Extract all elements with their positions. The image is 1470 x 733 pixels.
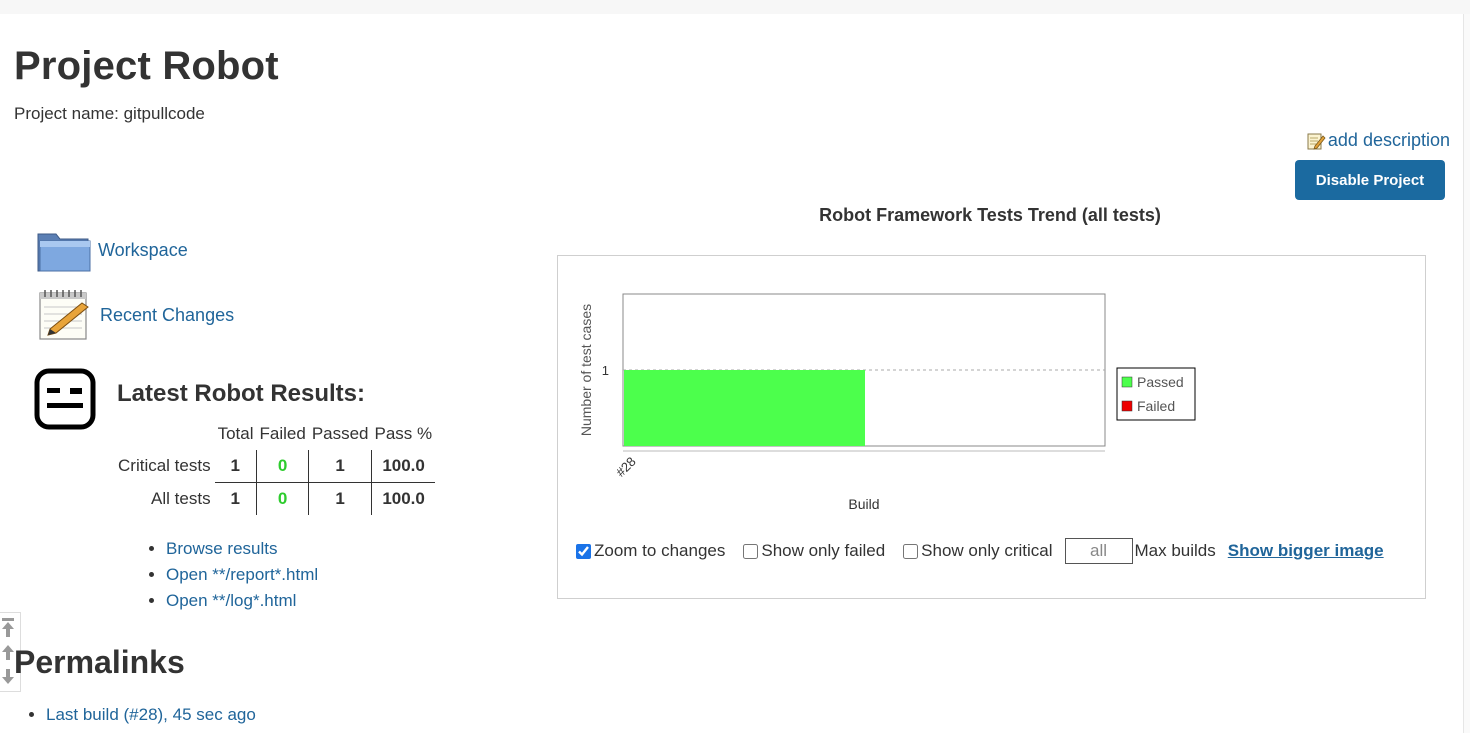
scroll-up-icon[interactable] — [1, 644, 15, 662]
show-bigger-image-link[interactable]: Show bigger image — [1228, 541, 1384, 561]
scroll-down-icon[interactable] — [1, 667, 15, 685]
show-only-critical-label: Show only critical — [921, 541, 1053, 560]
passed-cell: 1 — [308, 482, 373, 515]
y-axis-label: Number of test cases — [578, 304, 594, 436]
legend-label-failed: Failed — [1137, 398, 1175, 414]
total-cell: 1 — [214, 450, 257, 483]
passed-cell: 1 — [308, 450, 373, 483]
column-header: Pass % — [374, 424, 433, 443]
failed-cell: 0 — [256, 450, 310, 483]
total-cell: 1 — [214, 482, 257, 515]
pass-percent-cell: 100.0 — [382, 489, 425, 508]
zoom-to-changes-label: Zoom to changes — [594, 541, 726, 560]
show-only-failed-option[interactable]: Show only failed — [743, 541, 885, 561]
max-builds-input[interactable] — [1064, 538, 1133, 564]
show-only-critical-checkbox[interactable] — [903, 543, 919, 559]
permalinks-heading: Permalinks — [14, 644, 185, 680]
column-header: Total — [217, 424, 254, 443]
list-item: Open **/report*.html — [166, 562, 318, 588]
max-builds-label: Max builds — [1134, 541, 1216, 560]
robot-results-heading: Latest Robot Results: — [117, 380, 366, 407]
chart-controls: Zoom to changes Show only failed Show on… — [576, 538, 1384, 564]
column-header: Passed — [311, 424, 369, 443]
task-label[interactable]: Workspace — [98, 240, 188, 261]
edit-note-icon — [1307, 133, 1326, 150]
scroll-top-icon[interactable] — [1, 617, 15, 639]
row-label: Critical tests — [118, 456, 211, 476]
trend-chart-panel: 1 #28 Number of test cases Build Passed F… — [557, 255, 1426, 599]
legend-swatch-failed — [1121, 400, 1133, 412]
robot-results-links: Browse results Open **/report*.html Open… — [148, 536, 318, 614]
task-label[interactable]: Recent Changes — [100, 305, 234, 326]
page-title: Project Robot — [14, 44, 279, 88]
chart-legend: Passed Failed — [1116, 367, 1196, 421]
top-bar — [0, 0, 1470, 14]
x-tick-label: #28 — [613, 454, 639, 480]
browse-results-link[interactable]: Browse results — [166, 539, 277, 558]
x-axis-label: Build — [848, 496, 879, 512]
y-tick-label: 1 — [602, 363, 609, 378]
permalinks-list: Last build (#28), 45 sec ago — [28, 702, 256, 728]
failed-cell: 0 — [256, 482, 310, 515]
list-item: Open **/log*.html — [166, 588, 318, 614]
open-report-link[interactable]: Open **/report*.html — [166, 565, 318, 584]
page-scrollbar[interactable] — [1463, 14, 1470, 733]
list-item: Browse results — [166, 536, 318, 562]
trend-chart[interactable]: 1 #28 Number of test cases Build Passed F… — [558, 256, 1425, 526]
last-build-link[interactable]: Last build (#28), 45 sec ago — [46, 705, 256, 724]
area-passed-build-28 — [624, 370, 865, 446]
open-log-link[interactable]: Open **/log*.html — [166, 591, 296, 610]
zoom-to-changes-option[interactable]: Zoom to changes — [576, 541, 725, 561]
table-row: All tests 1 0 1 100.0 — [114, 482, 435, 515]
legend-swatch-passed — [1121, 376, 1133, 388]
table-row: Critical tests 1 0 1 100.0 — [114, 450, 436, 483]
task-workspace[interactable]: Workspace — [36, 226, 188, 274]
add-description-label[interactable]: add description — [1328, 130, 1450, 151]
robot-results-table: Total Failed Passed Pass % Critical test… — [114, 424, 436, 515]
show-only-failed-label: Show only failed — [761, 541, 886, 560]
pass-percent-cell: 100.0 — [371, 450, 436, 483]
folder-icon — [37, 233, 91, 272]
row-label: All tests — [151, 488, 211, 508]
disable-project-button[interactable]: Disable Project — [1295, 160, 1445, 200]
table-header-row: Total Failed Passed Pass % — [114, 424, 435, 450]
list-item: Last build (#28), 45 sec ago — [46, 702, 256, 728]
robot-framework-logo-icon — [34, 368, 96, 430]
show-only-critical-option[interactable]: Show only critical — [903, 541, 1053, 561]
add-description-link[interactable]: add description — [1306, 130, 1450, 151]
chart-title: Robot Framework Tests Trend (all tests) — [819, 205, 1161, 225]
notepad-icon — [39, 290, 89, 340]
zoom-to-changes-checkbox[interactable] — [576, 543, 591, 559]
legend-label-passed: Passed — [1137, 374, 1184, 390]
show-only-failed-checkbox[interactable] — [743, 543, 759, 559]
task-recent-changes[interactable]: Recent Changes — [36, 287, 234, 343]
project-name: Project name: gitpullcode — [14, 104, 205, 123]
column-header: Failed — [259, 424, 306, 443]
